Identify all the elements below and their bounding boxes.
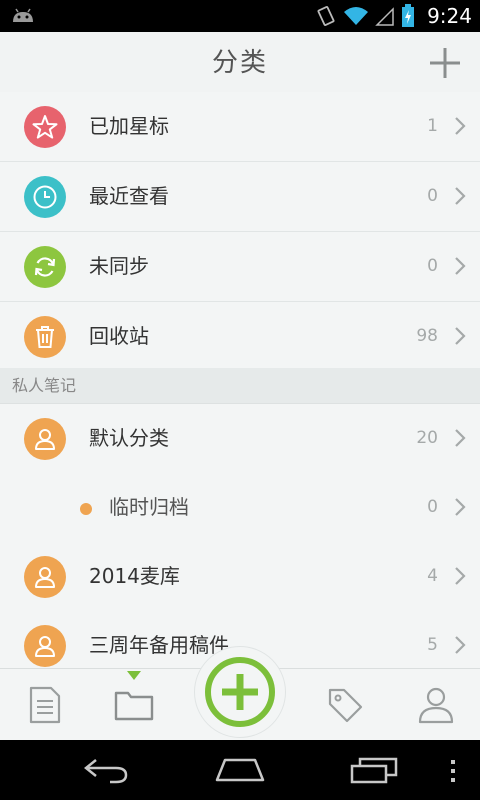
selected-indicator: [127, 671, 141, 680]
row-label: 已加星标: [89, 114, 169, 138]
android-icon: [13, 8, 33, 22]
notebook-2014[interactable]: 2014麦库 4: [0, 542, 480, 612]
battery-icon: [402, 4, 415, 27]
home-button[interactable]: [215, 754, 265, 786]
row-unsynced[interactable]: 未同步 0: [0, 232, 480, 302]
dot-icon: [80, 503, 92, 515]
row-label: 临时归档: [109, 495, 189, 519]
chevron-right-icon: [455, 117, 466, 135]
person-icon: [24, 556, 66, 598]
chevron-right-icon: [455, 567, 466, 585]
tab-tags[interactable]: [305, 669, 385, 741]
wifi-icon: [344, 7, 369, 25]
row-label: 默认分类: [89, 426, 169, 450]
tab-notes[interactable]: [5, 669, 85, 741]
trash-icon: [24, 316, 66, 358]
recent-apps-button[interactable]: [350, 754, 400, 786]
row-recent[interactable]: 最近查看 0: [0, 162, 480, 232]
chevron-right-icon: [455, 187, 466, 205]
chevron-right-icon: [455, 636, 466, 654]
app-bar: 分类: [0, 32, 480, 93]
tag-icon: [328, 688, 363, 723]
row-count: 1: [427, 116, 438, 136]
page-title: 分类: [211, 48, 268, 78]
chevron-right-icon: [455, 327, 466, 345]
notebook-list: 默认分类 20 临时归档 0 2014麦库 4 三周年备用稿件 5: [0, 404, 480, 680]
status-bar: 9:24: [0, 0, 480, 32]
row-label: 2014麦库: [89, 564, 180, 588]
person-icon: [24, 418, 66, 460]
chevron-right-icon: [455, 498, 466, 516]
section-header-private-notes: 私人笔记: [0, 368, 480, 404]
signal-icon: [375, 7, 394, 26]
add-note-button[interactable]: [194, 646, 286, 738]
notebook-default[interactable]: 默认分类 20: [0, 404, 480, 474]
chevron-right-icon: [455, 429, 466, 447]
row-label: 回收站: [89, 324, 149, 348]
notebook-temp-archive[interactable]: 临时归档 0: [0, 473, 480, 543]
clock-time: 9:24: [427, 4, 472, 28]
folder-icon: [114, 691, 154, 721]
person-icon: [24, 625, 66, 667]
sync-icon: [24, 246, 66, 288]
row-trash[interactable]: 回收站 98: [0, 302, 480, 371]
row-count: 0: [427, 256, 438, 276]
row-count: 98: [416, 326, 438, 346]
star-icon: [24, 106, 66, 148]
person-icon: [418, 687, 454, 724]
system-nav-bar: [0, 740, 480, 800]
row-count: 0: [427, 186, 438, 206]
back-button[interactable]: [82, 754, 130, 786]
add-category-button[interactable]: [428, 46, 462, 80]
row-label: 未同步: [89, 254, 149, 278]
vibrate-icon: [317, 6, 335, 26]
document-icon: [29, 686, 61, 724]
clock-icon: [24, 176, 66, 218]
plus-circle-icon: [205, 657, 275, 727]
category-list: 已加星标 1 最近查看 0 未同步 0 回收站 98: [0, 92, 480, 371]
chevron-right-icon: [455, 257, 466, 275]
row-starred[interactable]: 已加星标 1: [0, 92, 480, 162]
row-label: 最近查看: [89, 184, 169, 208]
tab-categories[interactable]: [94, 669, 174, 741]
tab-profile[interactable]: [396, 669, 476, 741]
row-count: 0: [427, 497, 438, 517]
row-count: 4: [427, 566, 438, 586]
row-count: 20: [416, 428, 438, 448]
menu-overflow-button[interactable]: [449, 760, 457, 784]
